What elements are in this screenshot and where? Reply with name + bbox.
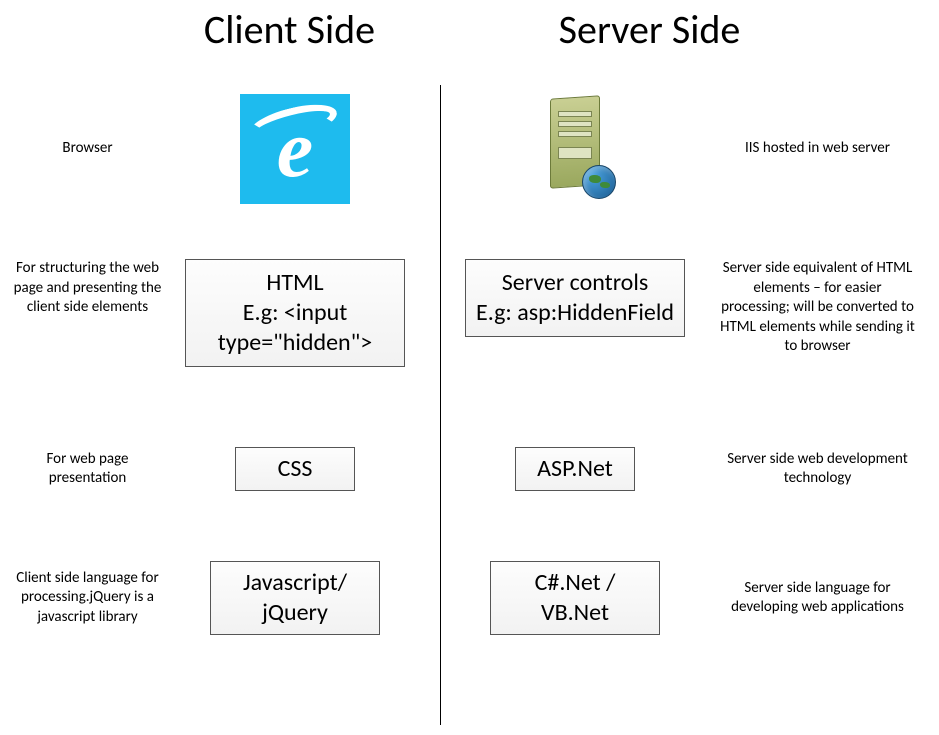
row-presentation: For web page presentation CSS ASP.Net Se… <box>0 447 939 491</box>
web-server-icon <box>540 97 610 197</box>
html-desc: For structuring the web page and present… <box>0 259 175 318</box>
server-side-header: Server Side <box>510 5 790 54</box>
browser-label: Browser <box>0 139 175 159</box>
server-controls-box: Server controls E.g: asp:HiddenField <box>465 259 685 337</box>
csharp-vbnet-box: C#.Net / VB.Net <box>490 561 660 635</box>
column-headers: Client Side Server Side <box>0 0 939 54</box>
javascript-box: Javascript/ jQuery <box>210 561 380 635</box>
row-browser: Browser e IIS hosted in web server <box>0 94 939 204</box>
html-box: HTML E.g: <input type="hidden"> <box>185 259 405 367</box>
client-side-header: Client Side <box>150 5 430 54</box>
ie-browser-icon: e <box>240 94 350 204</box>
server-lang-desc: Server side language for developing web … <box>710 579 925 618</box>
aspnet-desc: Server side web development technology <box>710 450 925 489</box>
row-markup: For structuring the web page and present… <box>0 259 939 367</box>
js-desc: Client side language for processing.jQue… <box>0 569 175 628</box>
css-desc: For web page presentation <box>0 450 175 489</box>
row-language: Client side language for processing.jQue… <box>0 561 939 635</box>
iis-label: IIS hosted in web server <box>710 139 925 159</box>
css-box: CSS <box>235 447 355 491</box>
server-controls-desc: Server side equivalent of HTML elements … <box>710 259 925 357</box>
aspnet-box: ASP.Net <box>515 447 635 491</box>
vertical-divider <box>440 85 441 725</box>
